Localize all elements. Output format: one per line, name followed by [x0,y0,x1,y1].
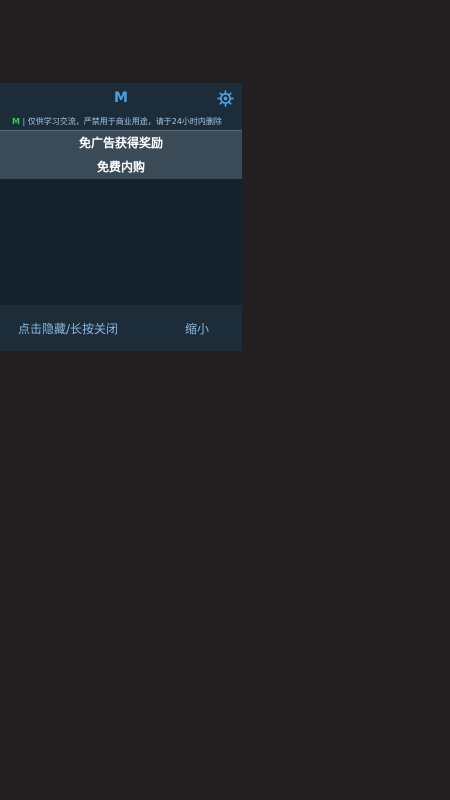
notice-tag: M [12,117,20,126]
hide-close-button[interactable]: 点击隐藏/长按关闭 [18,320,118,337]
ad-free-reward-button[interactable]: 免广告获得奖励 [0,130,242,155]
disclaimer-notice: M | 仅供学习交流，严禁用于商业用途，请于24小时内删除 [0,113,242,130]
mod-menu-panel: M M | 仅供学习交流，严禁用于商业用途，请于24小时内删除 免广告获得奖励 … [0,83,242,351]
panel-content-area [0,179,242,305]
free-iap-button[interactable]: 免费内购 [0,155,242,179]
panel-footer: 点击隐藏/长按关闭 缩小 [0,305,242,351]
notice-text: 仅供学习交流，严禁用于商业用途，请于24小时内删除 [27,117,222,126]
panel-header[interactable]: M [0,83,242,113]
app-logo: M [114,90,128,106]
minimize-button[interactable]: 缩小 [185,320,209,337]
notice-separator: | [19,117,28,126]
screen: M M | 仅供学习交流，严禁用于商业用途，请于24小时内删除 免广告获得奖励 … [0,0,450,800]
gear-icon[interactable] [217,90,234,107]
